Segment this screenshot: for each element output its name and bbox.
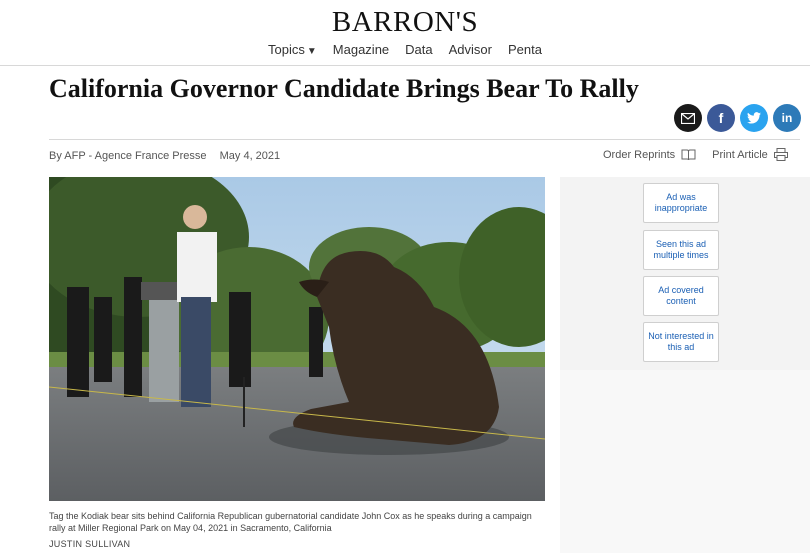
barrons-logo[interactable]: BARRON'S (0, 6, 810, 39)
ad-feedback-covered-content[interactable]: Ad covered content (643, 276, 719, 316)
headline-divider (49, 139, 800, 140)
order-reprints-label: Order Reprints (603, 148, 676, 161)
author: By AFP - Agence France Presse (49, 150, 207, 162)
email-share-button[interactable] (674, 104, 702, 132)
article-headline: California Governor Candidate Brings Bea… (49, 74, 639, 103)
ad-feedback-seen-multiple[interactable]: Seen this ad multiple times (643, 230, 719, 270)
chevron-down-icon: ▼ (306, 46, 317, 57)
masthead: BARRON'S Topics ▼ Magazine Data Advisor P… (0, 0, 810, 66)
print-article-link[interactable]: Print Article (712, 148, 788, 161)
twitter-share-button[interactable] (740, 104, 768, 132)
byline: By AFP - Agence France Presse May 4, 202… (49, 150, 280, 162)
order-reprints-link[interactable]: Order Reprints (603, 149, 696, 161)
photo-credit: JUSTIN SULLIVAN (49, 539, 131, 549)
nav-magazine[interactable]: Magazine (333, 42, 389, 57)
article-photo (49, 177, 545, 501)
nav-topics-label: Topics (268, 42, 305, 57)
nav-data[interactable]: Data (405, 42, 432, 57)
ad-blank-area (560, 370, 810, 553)
printer-icon (773, 148, 788, 161)
twitter-icon (747, 112, 761, 124)
book-icon (681, 149, 696, 160)
photo-caption: Tag the Kodiak bear sits behind Californ… (49, 511, 532, 533)
bear-rally-photo (49, 177, 545, 501)
ad-feedback-inappropriate[interactable]: Ad was inappropriate (643, 183, 719, 223)
nav-topics[interactable]: Topics ▼ (268, 42, 317, 57)
email-icon (681, 112, 695, 124)
print-article-label: Print Article (712, 148, 768, 161)
facebook-icon: f (718, 110, 724, 126)
linkedin-icon: in (781, 111, 793, 125)
nav-penta[interactable]: Penta (508, 42, 542, 57)
facebook-share-button[interactable]: f (707, 104, 735, 132)
share-bar: f in (674, 104, 801, 132)
linkedin-share-button[interactable]: in (773, 104, 801, 132)
article-tools: Order Reprints Print Article (603, 148, 788, 161)
main-nav: Topics ▼ Magazine Data Advisor Penta (0, 42, 810, 57)
publish-date: May 4, 2021 (219, 150, 281, 162)
ad-feedback-not-interested[interactable]: Not interested in this ad (643, 322, 719, 362)
nav-advisor[interactable]: Advisor (449, 42, 492, 57)
